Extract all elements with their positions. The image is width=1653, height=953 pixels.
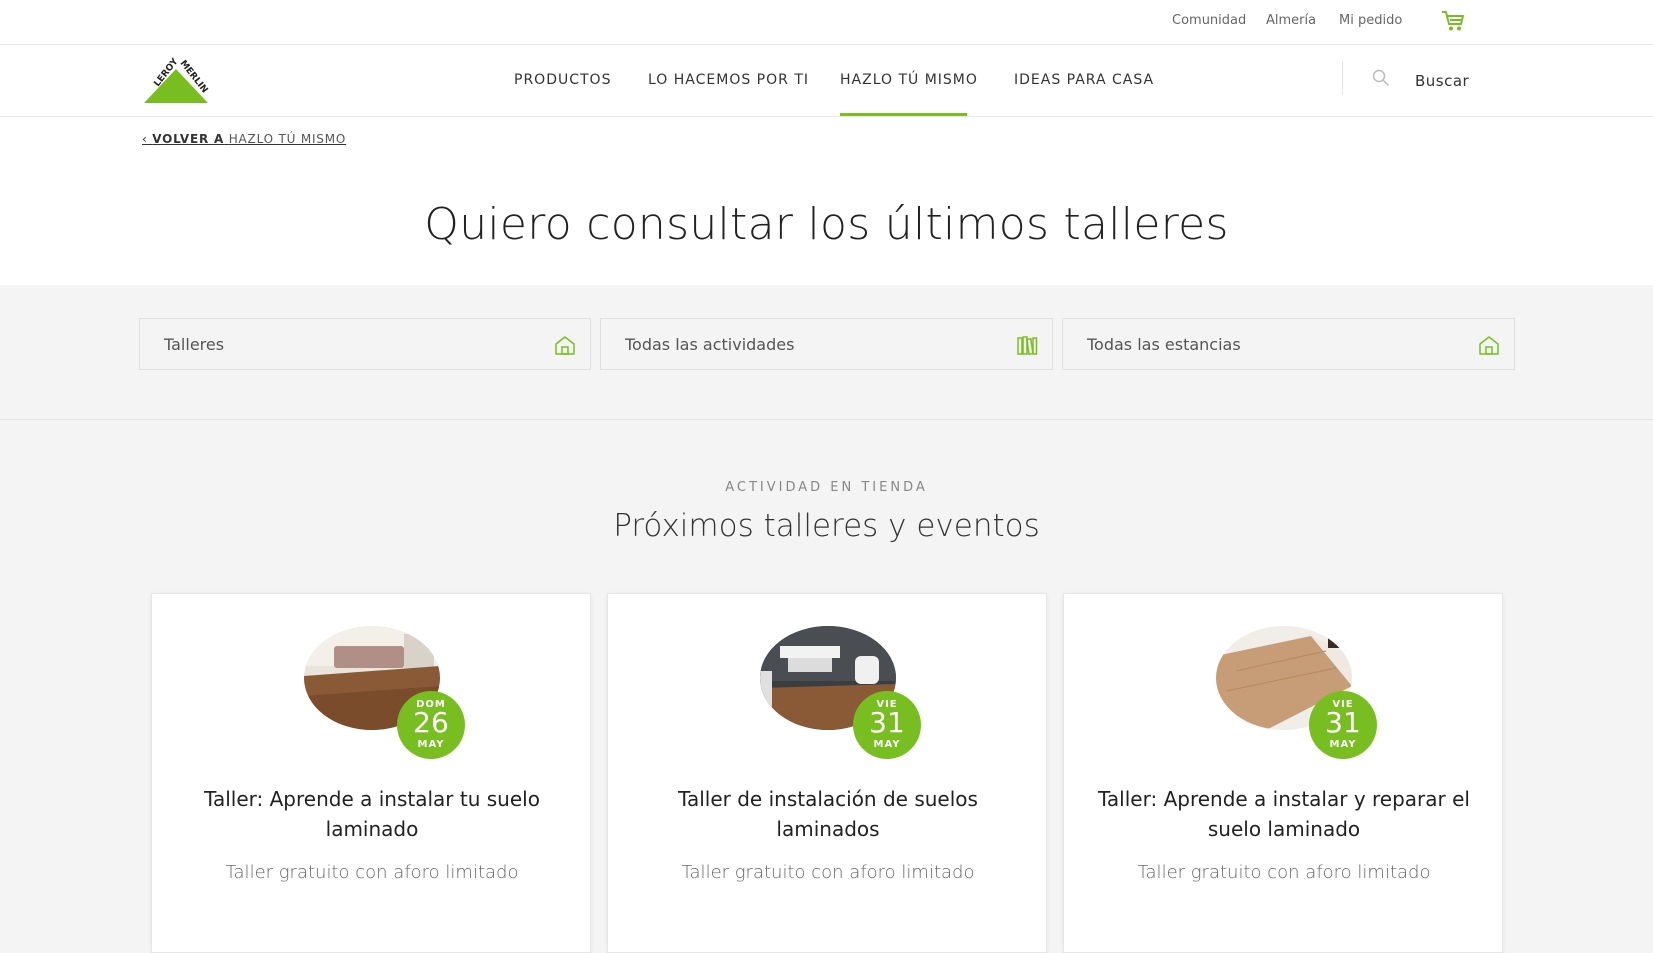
nav-products[interactable]: PRODUCTOS xyxy=(514,72,611,88)
nav-we-do-it[interactable]: LO HACEMOS POR TI xyxy=(648,72,809,88)
cart-icon[interactable] xyxy=(1441,10,1465,32)
event-title[interactable]: Taller: Aprende a instalar y reparar el … xyxy=(1082,784,1486,844)
leroy-merlin-logo[interactable]: LEROY MERLIN xyxy=(140,57,212,107)
utility-bar: Comunidad Almería Mi pedido xyxy=(0,0,1653,45)
filters-bar: Talleres Todas las actividades Todas las… xyxy=(0,285,1653,420)
books-icon xyxy=(1017,336,1038,355)
event-title[interactable]: Taller de instalación de suelos laminado… xyxy=(626,784,1030,844)
filter-activity-value: Todas las actividades xyxy=(625,335,795,354)
event-month: MAY xyxy=(1329,739,1357,750)
event-subtitle: Taller gratuito con aforo limitado xyxy=(1137,862,1431,883)
house-icon xyxy=(555,336,575,355)
main-navigation: LEROY MERLIN PRODUCTOS LO HACEMOS POR TI… xyxy=(0,45,1653,117)
filter-room-value: Todas las estancias xyxy=(1087,335,1241,354)
event-date-badge: DOM 26 MAY xyxy=(397,691,465,759)
back-link-target: HAZLO TÚ MISMO xyxy=(228,132,347,146)
filter-type-select[interactable]: Talleres xyxy=(139,318,591,370)
hero-section: ‹ VOLVER A HAZLO TÚ MISMO Quiero consult… xyxy=(0,117,1653,285)
community-link[interactable]: Comunidad xyxy=(1172,13,1246,28)
event-date-badge: VIE 31 MAY xyxy=(853,691,921,759)
event-card[interactable]: VIE 31 MAY Taller de instalación de suel… xyxy=(607,593,1047,953)
search-icon[interactable] xyxy=(1372,69,1390,87)
event-date-badge: VIE 31 MAY xyxy=(1309,691,1377,759)
event-subtitle: Taller gratuito con aforo limitado xyxy=(681,862,975,883)
event-day: 31 xyxy=(1325,706,1361,739)
back-link-prefix: VOLVER A xyxy=(152,132,225,146)
event-title[interactable]: Taller: Aprende a instalar tu suelo lami… xyxy=(170,784,574,844)
event-day: 26 xyxy=(413,706,449,739)
event-day: 31 xyxy=(869,706,905,739)
event-month: MAY xyxy=(417,739,445,750)
filter-type-value: Talleres xyxy=(164,335,225,354)
store-location-link[interactable]: Almería xyxy=(1266,13,1316,28)
my-order-link[interactable]: Mi pedido xyxy=(1339,13,1402,28)
nav-home-ideas[interactable]: IDEAS PARA CASA xyxy=(1014,72,1154,88)
search-button[interactable]: Buscar xyxy=(1415,72,1469,90)
chevron-left-icon: ‹ xyxy=(142,132,153,146)
event-month: MAY xyxy=(873,739,901,750)
event-subtitle: Taller gratuito con aforo limitado xyxy=(225,862,519,883)
event-card[interactable]: VIE 31 MAY Taller: Aprende a instalar y … xyxy=(1063,593,1503,953)
nav-divider xyxy=(1342,61,1343,95)
filter-room-select[interactable]: Todas las estancias xyxy=(1062,318,1515,370)
filter-activity-select[interactable]: Todas las actividades xyxy=(600,318,1053,370)
house-icon xyxy=(1479,336,1499,355)
active-nav-indicator xyxy=(840,113,967,116)
nav-diy[interactable]: HAZLO TÚ MISMO xyxy=(840,72,978,88)
section-eyebrow: ACTIVIDAD EN TIENDA xyxy=(725,480,928,495)
section-title: Próximos talleres y eventos xyxy=(613,508,1040,544)
page-title: Quiero consultar los últimos talleres xyxy=(424,199,1229,250)
back-link[interactable]: ‹ VOLVER A HAZLO TÚ MISMO xyxy=(142,132,346,146)
event-card[interactable]: DOM 26 MAY Taller: Aprende a instalar tu… xyxy=(151,593,591,953)
